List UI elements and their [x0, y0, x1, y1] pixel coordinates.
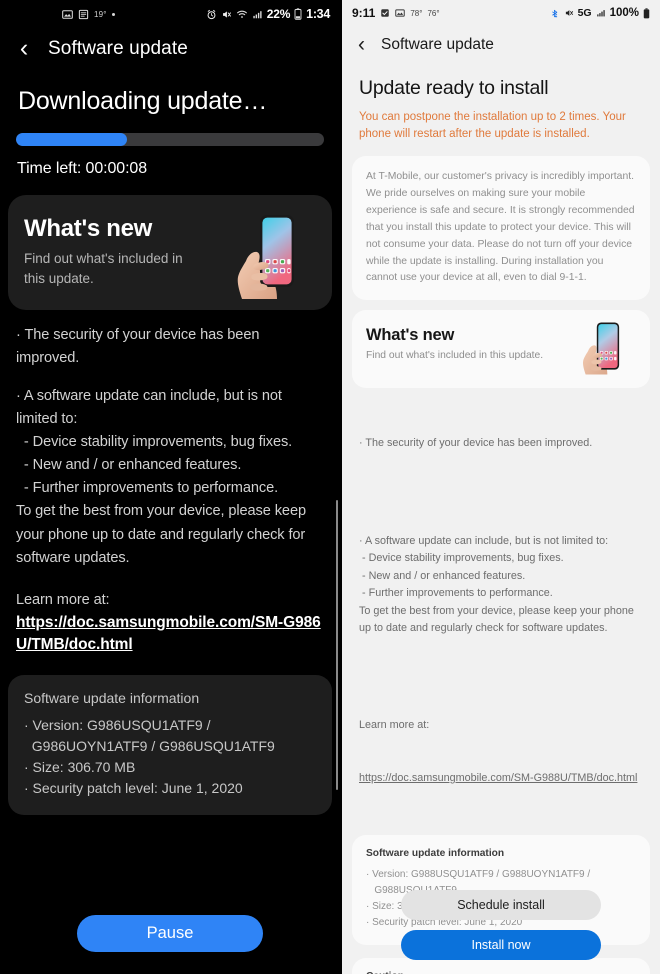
- right-app-header: ‹ Software update: [342, 26, 660, 57]
- page-title: Software update: [381, 35, 494, 53]
- battery-icon: [643, 7, 650, 19]
- right-footer: Schedule install Install now: [342, 890, 660, 974]
- update-info-patch: · Security patch level: June 1, 2020: [24, 779, 243, 796]
- page-title: Software update: [48, 37, 188, 59]
- update-info-size: · Size: 306.70 MB: [24, 758, 136, 775]
- signal-icon: [596, 8, 606, 18]
- checkbox-icon: [380, 8, 390, 18]
- learn-more-label: Learn more at:: [16, 591, 110, 608]
- image-icon: [395, 8, 406, 18]
- learn-more-label: Learn more at:: [359, 719, 430, 732]
- clock: 1:34: [306, 7, 330, 21]
- wifi-icon: [236, 9, 248, 20]
- phone-in-hand-illustration: [572, 318, 634, 384]
- whats-new-subtitle: Find out what's included in this update.: [24, 251, 183, 286]
- software-update-information-card: Software update information · Version: G…: [8, 674, 332, 815]
- time-left-label: Time left: 00:00:08: [17, 160, 148, 177]
- list-icon: [78, 9, 89, 20]
- left-footer: Pause: [0, 901, 340, 974]
- left-phone-screen: 19° 22% 1:34 ‹ Software update Downloadi…: [0, 0, 340, 974]
- mute-icon: [564, 8, 574, 18]
- status-temperature: 19°: [94, 9, 107, 19]
- learn-more-link[interactable]: https://doc.samsungmobile.com/SM-G986U/T…: [16, 612, 324, 657]
- scrollbar[interactable]: [336, 500, 338, 790]
- schedule-install-button[interactable]: Schedule install: [401, 890, 601, 920]
- left-update-body: · The security of your device has been i…: [0, 310, 340, 656]
- update-info-version: · Version: G986USQU1ATF9 / G986UOYN1ATF9…: [24, 716, 275, 754]
- update-info-heading: Software update information: [24, 689, 200, 706]
- body-item-includes: · A software update can include, but is …: [16, 388, 306, 566]
- right-status-bar: 9:11 78° 76° 5G 100%: [342, 0, 660, 26]
- downloading-status-title: Downloading update…: [18, 87, 268, 115]
- carrier-notice-text: At T-Mobile, our customer's privacy is i…: [366, 171, 635, 284]
- left-app-header: ‹ Software update: [0, 28, 340, 65]
- body-item-security: · The security of your device has been i…: [16, 327, 264, 367]
- alarm-icon: [206, 9, 217, 20]
- body-item-includes: · A software update can include, but is …: [359, 534, 634, 635]
- battery-icon: [294, 8, 302, 20]
- whats-new-card[interactable]: What's new Find out what's included in t…: [8, 195, 332, 311]
- postpone-warning-text: You can postpone the installation up to …: [359, 111, 626, 140]
- temperature-high: 78°: [410, 8, 423, 18]
- progress-bar-fill: [16, 133, 127, 146]
- mute-icon: [221, 9, 232, 20]
- battery-percent: 100%: [609, 7, 639, 19]
- carrier-notice-card: At T-Mobile, our customer's privacy is i…: [352, 156, 650, 301]
- battery-percent: 22%: [266, 7, 291, 21]
- back-button[interactable]: ‹: [358, 34, 365, 55]
- update-info-heading: Software update information: [366, 847, 505, 859]
- phone-in-hand-illustration: [218, 209, 318, 309]
- left-status-bar: 19° 22% 1:34: [0, 0, 340, 28]
- back-button[interactable]: ‹: [16, 36, 32, 61]
- image-icon: [62, 9, 73, 20]
- temperature-low: 76°: [427, 8, 440, 18]
- right-phone-screen: 9:11 78° 76° 5G 100% ‹ Software update U…: [340, 0, 660, 974]
- install-now-button[interactable]: Install now: [401, 930, 601, 960]
- download-progress-container: [0, 116, 340, 146]
- network-type: 5G: [577, 7, 592, 19]
- dual-screenshot-container: 19° 22% 1:34 ‹ Software update Downloadi…: [0, 0, 660, 974]
- status-dot-icon: [111, 12, 115, 16]
- pause-button[interactable]: Pause: [77, 915, 263, 952]
- bluetooth-icon: [551, 8, 560, 19]
- right-update-body: · The security of your device has been i…: [342, 388, 660, 821]
- clock: 9:11: [352, 6, 376, 20]
- whats-new-card[interactable]: What's new Find out what's included in t…: [352, 310, 650, 389]
- update-ready-title: Update ready to install: [359, 77, 549, 99]
- body-item-security: · The security of your device has been i…: [359, 437, 593, 450]
- learn-more-link[interactable]: https://doc.samsungmobile.com/SM-G988U/T…: [359, 770, 643, 787]
- signal-icon: [252, 9, 263, 20]
- progress-bar-track: [16, 133, 324, 146]
